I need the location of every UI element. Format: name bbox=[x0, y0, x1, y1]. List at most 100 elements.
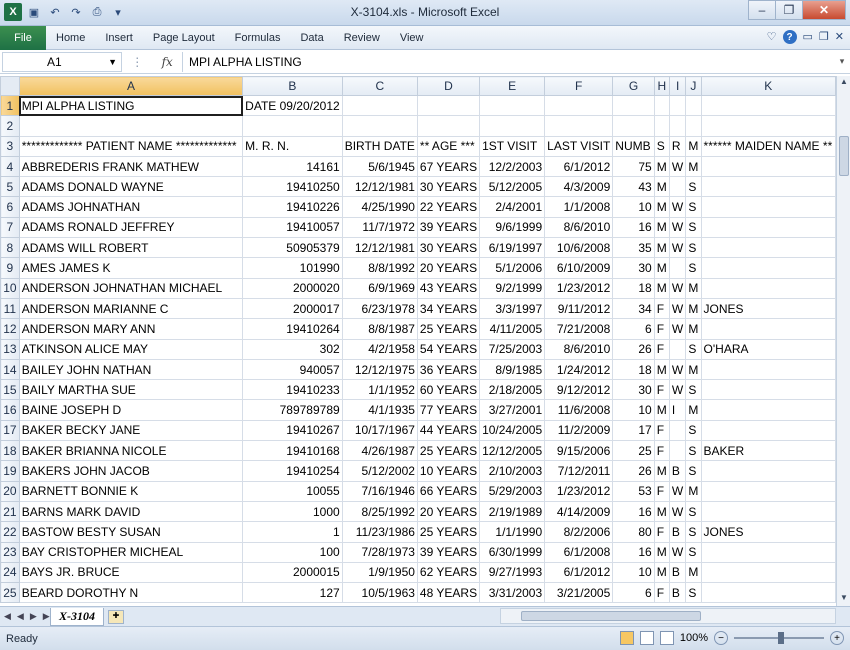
cell[interactable]: 7/16/1946 bbox=[341, 480, 418, 502]
cell[interactable]: 6/1/2008 bbox=[544, 541, 614, 563]
vertical-scrollbar[interactable]: ▲ ▼ bbox=[836, 76, 850, 606]
cell[interactable]: M bbox=[685, 480, 702, 502]
cell[interactable]: 4/11/2005 bbox=[479, 318, 546, 340]
cell[interactable]: 7/12/2011 bbox=[544, 460, 614, 482]
cell[interactable]: 62 YEARS bbox=[416, 561, 481, 584]
cell[interactable]: S bbox=[685, 338, 702, 360]
cell[interactable]: MPI ALPHA LISTING bbox=[18, 94, 244, 117]
cell[interactable]: 6/19/1997 bbox=[479, 237, 546, 259]
cell[interactable]: S bbox=[685, 521, 702, 543]
cell[interactable]: 302 bbox=[242, 338, 343, 360]
cell[interactable]: 43 YEARS bbox=[416, 277, 481, 299]
cell[interactable]: 3/21/2005 bbox=[544, 582, 614, 604]
cell[interactable]: M bbox=[685, 318, 702, 340]
cell[interactable]: M bbox=[685, 277, 702, 299]
select-all-corner[interactable] bbox=[0, 76, 20, 96]
cell[interactable]: S bbox=[685, 216, 702, 239]
row-header[interactable]: 13 bbox=[0, 338, 20, 360]
cell[interactable]: W bbox=[668, 196, 687, 218]
cell[interactable]: NUMB bbox=[612, 135, 655, 157]
cell[interactable]: 10 bbox=[612, 196, 655, 218]
cell[interactable]: 34 YEARS bbox=[416, 297, 481, 320]
cell[interactable]: 10/24/2005 bbox=[479, 419, 546, 442]
sheet-tab-active[interactable]: X-3104 bbox=[50, 607, 104, 626]
cell[interactable]: 34 bbox=[612, 297, 655, 320]
cell[interactable]: 30 bbox=[612, 257, 655, 279]
cell[interactable] bbox=[700, 216, 836, 239]
tab-page-layout[interactable]: Page Layout bbox=[143, 32, 225, 44]
cell[interactable]: 4/2/1958 bbox=[341, 338, 418, 360]
cell[interactable]: W bbox=[668, 297, 687, 320]
row-header[interactable]: 19 bbox=[0, 460, 20, 482]
cell[interactable]: BAKER bbox=[700, 440, 836, 462]
cell[interactable]: S bbox=[653, 135, 670, 157]
column-header[interactable]: D bbox=[416, 76, 481, 96]
cell[interactable]: S bbox=[685, 196, 702, 218]
cell[interactable]: 7/25/2003 bbox=[479, 338, 546, 360]
page-break-view-icon[interactable] bbox=[659, 631, 674, 645]
cell[interactable] bbox=[700, 155, 836, 178]
cell[interactable]: 19410267 bbox=[242, 419, 343, 442]
row-header[interactable]: 22 bbox=[0, 521, 20, 543]
cell[interactable]: 1ST VISIT bbox=[479, 135, 546, 157]
cell[interactable]: W bbox=[668, 318, 687, 340]
cell[interactable] bbox=[700, 318, 836, 340]
cell[interactable]: S bbox=[685, 379, 702, 401]
column-header[interactable]: K bbox=[700, 76, 836, 96]
cell[interactable]: 48 YEARS bbox=[416, 582, 481, 604]
workbook-close-icon[interactable]: ✕ bbox=[835, 30, 844, 44]
normal-view-icon[interactable] bbox=[619, 631, 634, 645]
cell[interactable]: 11/23/1986 bbox=[341, 521, 418, 543]
cell[interactable]: 12/12/2005 bbox=[479, 440, 546, 462]
cell[interactable]: 101990 bbox=[242, 257, 343, 279]
cell[interactable]: 12/12/1981 bbox=[341, 176, 418, 198]
row-header[interactable]: 25 bbox=[0, 582, 20, 604]
cell[interactable]: B bbox=[668, 460, 687, 482]
cell[interactable]: 10/17/1967 bbox=[341, 419, 418, 442]
cell[interactable]: 19410254 bbox=[242, 460, 343, 482]
cell[interactable]: 12/2/2003 bbox=[479, 155, 546, 178]
cell[interactable]: 1/23/2012 bbox=[544, 480, 614, 502]
cell[interactable]: M bbox=[653, 216, 670, 239]
cell[interactable]: 10 YEARS bbox=[416, 460, 481, 482]
cell[interactable]: 9/6/1999 bbox=[479, 216, 546, 239]
minimize-button[interactable]: – bbox=[748, 0, 776, 20]
cell[interactable]: 9/27/1993 bbox=[479, 561, 546, 584]
cell[interactable]: 5/12/2005 bbox=[479, 176, 546, 198]
cell[interactable]: 19410057 bbox=[242, 216, 343, 239]
cell[interactable]: BAKERS JOHN JACOB bbox=[18, 460, 244, 482]
cell[interactable] bbox=[668, 338, 687, 360]
cell[interactable] bbox=[700, 115, 836, 137]
cell[interactable] bbox=[341, 94, 418, 117]
cell[interactable]: 4/3/2009 bbox=[544, 176, 614, 198]
cell[interactable]: W bbox=[668, 155, 687, 178]
cell[interactable] bbox=[700, 419, 836, 442]
cell[interactable]: 20 YEARS bbox=[416, 500, 481, 523]
cell[interactable]: BAINE JOSEPH D bbox=[18, 399, 244, 421]
cell[interactable]: S bbox=[685, 582, 702, 604]
cell[interactable]: 43 bbox=[612, 176, 655, 198]
cell[interactable]: 6/1/2012 bbox=[544, 561, 614, 584]
cell[interactable] bbox=[242, 115, 343, 137]
cell[interactable]: M bbox=[653, 460, 670, 482]
cell[interactable] bbox=[612, 115, 655, 137]
cell[interactable]: 100 bbox=[242, 541, 343, 563]
row-header[interactable]: 18 bbox=[0, 440, 20, 462]
cell[interactable]: ** AGE *** bbox=[416, 135, 481, 157]
cell[interactable]: M bbox=[685, 297, 702, 320]
cell[interactable]: W bbox=[668, 237, 687, 259]
cell[interactable]: 1/24/2012 bbox=[544, 358, 614, 381]
cell[interactable]: ABBREDERIS FRANK MATHEW bbox=[18, 155, 244, 178]
cell[interactable] bbox=[685, 94, 702, 117]
row-header[interactable]: 8 bbox=[0, 237, 20, 259]
cell[interactable]: F bbox=[653, 480, 670, 502]
cell[interactable]: 4/26/1987 bbox=[341, 440, 418, 462]
insert-function-icon[interactable]: fx bbox=[162, 55, 173, 69]
cell[interactable]: 8/25/1992 bbox=[341, 500, 418, 523]
cell[interactable]: W bbox=[668, 480, 687, 502]
tab-insert[interactable]: Insert bbox=[95, 32, 143, 44]
cell[interactable] bbox=[416, 115, 481, 137]
cell[interactable]: 6 bbox=[612, 318, 655, 340]
cell[interactable]: 22 YEARS bbox=[416, 196, 481, 218]
column-header[interactable]: F bbox=[544, 76, 614, 96]
